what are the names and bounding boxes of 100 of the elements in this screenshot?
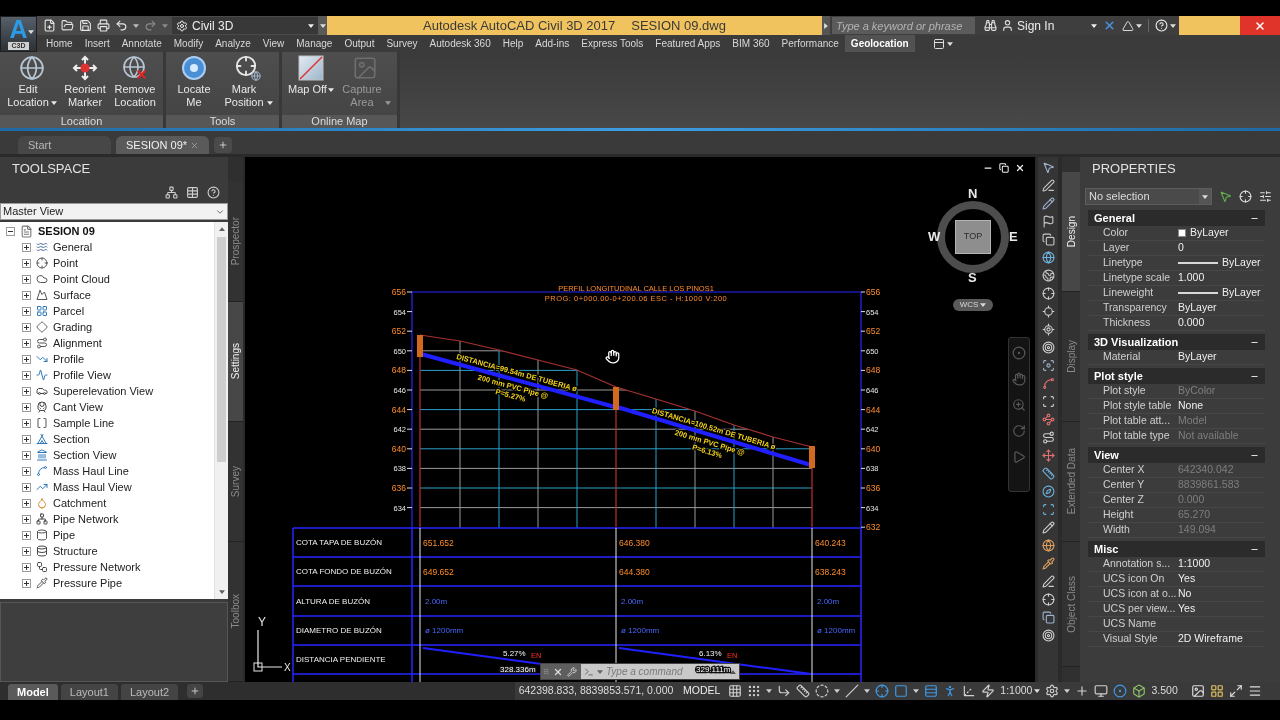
expand-icon[interactable]	[22, 306, 31, 316]
ribbon-button[interactable]: Map Off	[286, 55, 336, 96]
new-tab-button[interactable]	[214, 137, 232, 153]
tree-item[interactable]: Structure	[53, 542, 98, 560]
property-value[interactable]: ByLayer	[1178, 300, 1217, 316]
panel-tab[interactable]: Design	[1062, 172, 1080, 292]
maximize-icon[interactable]	[1228, 684, 1243, 698]
undo-icon[interactable]	[115, 19, 128, 32]
ribbon-tab[interactable]: Annotate	[115, 35, 168, 52]
sliders-icon[interactable]	[1259, 190, 1272, 203]
crosshair-icon[interactable]	[1041, 593, 1055, 606]
plus-icon[interactable]	[1075, 684, 1090, 698]
tree-item[interactable]: SESION 09	[38, 222, 95, 240]
tree-item[interactable]: Profile View	[53, 366, 111, 384]
tree-item[interactable]: Pipe Network	[53, 510, 119, 528]
printer-icon[interactable]	[97, 19, 110, 32]
expand-icon[interactable]	[22, 338, 31, 348]
view-dropdown[interactable]: Master View	[0, 203, 228, 220]
ruler-icon[interactable]	[796, 684, 811, 698]
panel-tab[interactable]: Settings	[228, 302, 243, 422]
zoom-icon[interactable]	[1012, 398, 1026, 412]
image-icon[interactable]	[1190, 684, 1205, 698]
search-input[interactable]: Type a keyword or phrase	[832, 17, 975, 34]
expand-icon[interactable]	[22, 258, 31, 268]
expand-icon[interactable]	[22, 498, 31, 508]
property-value[interactable]: Yes	[1178, 601, 1196, 617]
scan-icon[interactable]	[1041, 395, 1055, 408]
compass-icon[interactable]	[1041, 485, 1055, 498]
tree-item[interactable]: Pressure Network	[53, 558, 141, 576]
ribbon-tab[interactable]: Analyze	[209, 35, 257, 52]
expand-icon[interactable]	[22, 370, 31, 380]
tree-item[interactable]: Catchment	[53, 494, 107, 512]
expand-icon[interactable]	[22, 466, 31, 476]
section-header[interactable]: View	[1088, 447, 1265, 463]
help-icon[interactable]	[207, 185, 220, 199]
expand-icon[interactable]	[22, 450, 31, 460]
file-tab[interactable]: Start	[18, 136, 111, 154]
pen-line-icon[interactable]	[1041, 575, 1055, 588]
folder-icon[interactable]	[61, 19, 74, 32]
property-value[interactable]: ByLayer	[1222, 255, 1261, 271]
expand-icon[interactable]	[22, 354, 31, 364]
tree-item[interactable]: Pressure Pipe	[53, 574, 123, 592]
section-header[interactable]: Plot style	[1088, 368, 1265, 384]
ribbon-tab[interactable]: Manage	[290, 35, 339, 52]
copy-icon[interactable]	[1041, 611, 1055, 624]
ribbon-tab[interactable]: View	[256, 35, 291, 52]
tree-item[interactable]: Alignment	[53, 334, 102, 352]
globe-icon[interactable]	[1041, 251, 1055, 264]
pipette-icon[interactable]	[1041, 557, 1055, 570]
property-value[interactable]: 0	[1178, 240, 1184, 256]
crosshair-icon[interactable]	[875, 684, 890, 698]
ribbon-button[interactable]: Locate Me	[170, 55, 218, 109]
monitor-icon[interactable]	[1094, 684, 1109, 698]
scan-icon[interactable]	[1041, 503, 1055, 516]
restore-icon[interactable]	[999, 163, 1009, 173]
property-value[interactable]: Yes	[1178, 571, 1196, 587]
crosshair-icon[interactable]	[1041, 287, 1055, 300]
ribbon-tab[interactable]: Output	[338, 35, 381, 52]
property-value[interactable]: None	[1178, 398, 1204, 414]
tree-item[interactable]: Grading	[53, 318, 93, 336]
model-space-button[interactable]: MODEL	[680, 683, 724, 699]
circle-dot-icon[interactable]	[1012, 346, 1026, 360]
focus-icon[interactable]	[1041, 359, 1055, 372]
layout-tab[interactable]: Model	[8, 684, 58, 700]
ribbon-tab[interactable]: Autodesk 360	[423, 35, 497, 52]
ribbon-button[interactable]: Remove Location	[111, 55, 159, 109]
table-icon[interactable]	[186, 185, 199, 199]
expand-icon[interactable]	[22, 402, 31, 412]
ribbon-tab[interactable]: Insert	[78, 35, 116, 52]
expand-icon[interactable]	[22, 274, 31, 284]
play-icon[interactable]	[1012, 450, 1026, 464]
property-value[interactable]: 2D Wireframe	[1178, 631, 1243, 647]
ruler-icon[interactable]	[1041, 467, 1055, 480]
layout-tab[interactable]: Layout1	[60, 684, 118, 700]
workspace-dropdown[interactable]: Civil 3D	[172, 17, 318, 34]
tree-item[interactable]: Point Cloud	[53, 270, 110, 288]
binoculars-icon[interactable]	[984, 19, 997, 32]
property-value[interactable]: 1:1000	[1178, 556, 1211, 572]
wcs-menu-button[interactable]: WCS	[953, 299, 993, 311]
locate-icon[interactable]	[1041, 323, 1055, 336]
ribbon-button[interactable]: Edit Location	[4, 55, 59, 109]
flag-icon[interactable]	[1041, 215, 1055, 228]
grid-icon[interactable]	[1209, 684, 1224, 698]
tree-item[interactable]: Mass Haul View	[53, 478, 132, 496]
rotate-icon[interactable]	[1012, 424, 1026, 438]
pencil-icon[interactable]	[1041, 521, 1055, 534]
property-value[interactable]: 1.000	[1178, 270, 1205, 286]
slash-icon[interactable]	[845, 684, 860, 698]
scrollbar-thumb[interactable]	[217, 237, 226, 462]
expand-icon[interactable]	[22, 578, 31, 588]
expand-icon[interactable]	[22, 562, 31, 572]
target-icon[interactable]	[1041, 629, 1055, 642]
pointer-icon[interactable]	[1041, 161, 1055, 174]
file-plus-icon[interactable]	[43, 19, 56, 32]
tree-item[interactable]: Parcel	[53, 302, 85, 320]
tree-item[interactable]: Section	[53, 430, 90, 448]
ribbon-tab[interactable]: Modify	[167, 35, 210, 52]
ribbon-tab[interactable]: Add-ins	[529, 35, 576, 52]
dots-icon[interactable]	[747, 684, 762, 698]
property-value[interactable]: ByLayer	[1222, 285, 1261, 301]
